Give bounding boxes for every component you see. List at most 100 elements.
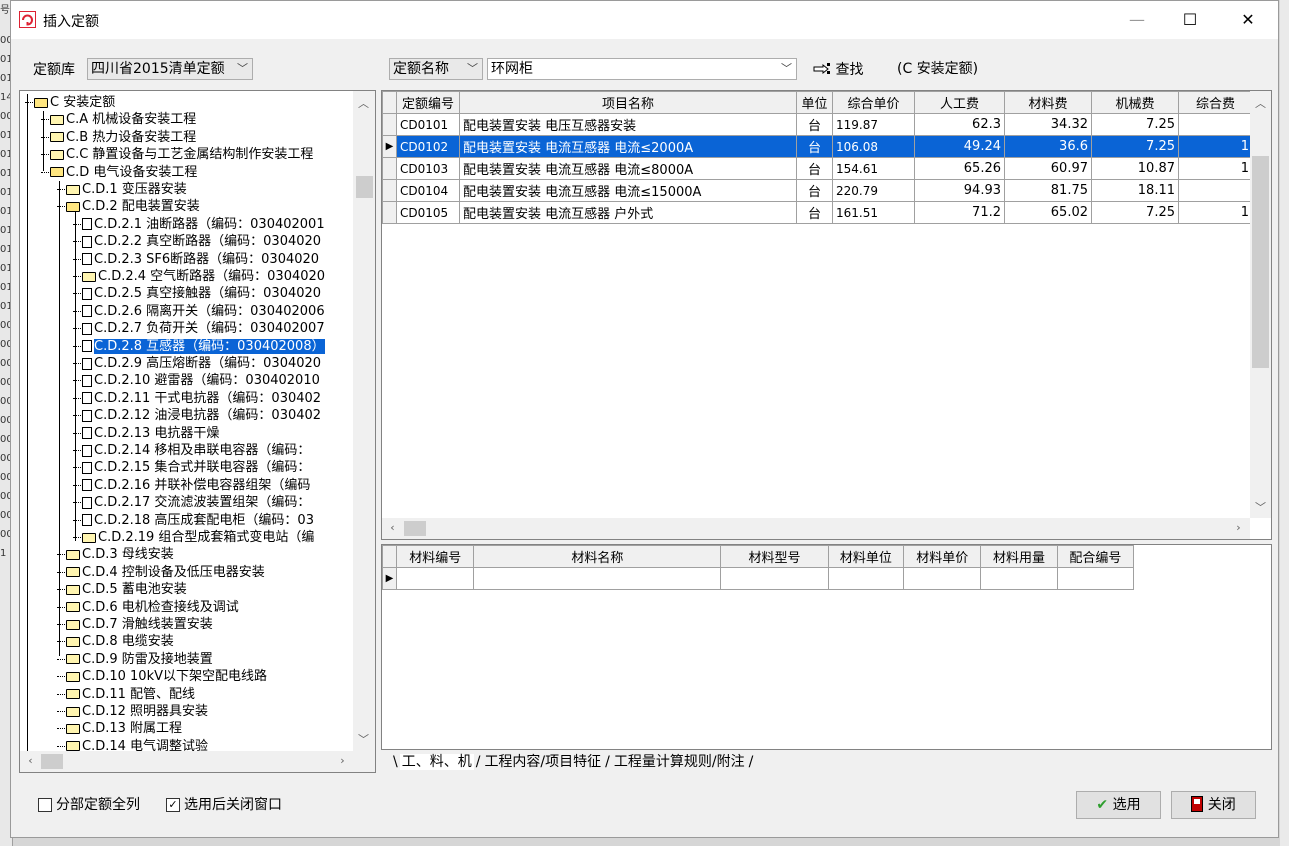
table-cell[interactable]: CD0105 — [396, 201, 460, 224]
tree-node[interactable]: C.D.2.2 真空断路器（编码：0304020 — [82, 233, 321, 250]
table-cell[interactable]: CD0101 — [396, 113, 460, 136]
tree-node[interactable]: C.D.6 电机检查接线及调试 — [66, 599, 239, 616]
table-cell[interactable] — [1178, 113, 1253, 136]
table-cell[interactable]: 7.25 — [1091, 135, 1179, 158]
table-cell[interactable]: 60.97 — [1004, 157, 1092, 180]
table-row[interactable]: CD0104 配电装置安装 电流互感器 电流≤15000A 台 220.79 94.93… — [382, 179, 1253, 202]
scroll-left-arrow-icon[interactable]: ‹ — [384, 521, 401, 534]
tree-node[interactable]: C.D.2.11 干式电抗器（编码：030402 — [82, 390, 321, 407]
table-cell[interactable] — [903, 567, 982, 590]
column-header[interactable]: 材料编号 — [396, 545, 475, 568]
tree-node[interactable]: C.B 热力设备安装工程 — [50, 129, 196, 146]
maximize-button[interactable]: ☐ — [1167, 1, 1213, 39]
column-header[interactable]: 综合单价 — [832, 91, 915, 114]
table-cell[interactable]: CD0103 — [396, 157, 460, 180]
tree-node[interactable]: C.D.12 照明器具安装 — [66, 703, 208, 720]
table-cell[interactable]: 65.02 — [1004, 201, 1092, 224]
table-row[interactable]: ▶ — [382, 567, 1135, 590]
table-cell[interactable]: 台 — [796, 179, 833, 202]
table-cell[interactable]: 1 — [1178, 157, 1253, 180]
tree-node[interactable]: C.D.2.19 组合型成套箱式变电站（编 — [82, 529, 314, 546]
table-cell[interactable]: 配电装置安装 电流互感器 电流≤15000A — [459, 179, 797, 202]
table-cell[interactable] — [1178, 179, 1253, 202]
scroll-right-arrow-icon[interactable]: › — [1230, 521, 1247, 534]
find-button[interactable]: 查找 — [813, 59, 863, 81]
grid-scroll-thumb[interactable] — [1252, 156, 1269, 368]
table-row[interactable]: CD0101 配电装置安装 电压互感器安装台 119.87 62.3 34.32 7.25 — [382, 113, 1253, 136]
tree-node[interactable]: C.D.2.7 负荷开关（编码：030402007 — [82, 320, 325, 337]
tree-node[interactable]: C.D.10 10kV以下架空配电线路 — [66, 668, 267, 685]
column-header[interactable]: 综合费 — [1178, 91, 1253, 114]
column-header[interactable]: 定额编号 — [396, 91, 460, 114]
tree-node[interactable]: C.D.2.18 高压成套配电柜（编码：03 — [82, 512, 314, 529]
table-cell[interactable]: 49.24 — [914, 135, 1005, 158]
tree-node[interactable]: C 安装定额 — [34, 94, 115, 111]
grid-vertical-scrollbar[interactable]: ︿ ﹀ — [1250, 91, 1271, 518]
tab-work-content[interactable]: 工程内容/项目特征 — [482, 754, 603, 770]
close-after-select-checkbox[interactable]: ✓ 选用后关闭窗口 — [166, 796, 282, 814]
table-cell[interactable]: 台 — [796, 135, 833, 158]
table-cell[interactable] — [473, 567, 722, 590]
table-cell[interactable]: 36.6 — [1004, 135, 1092, 158]
tree-node[interactable]: C.D.2.10 避雷器（编码：030402010 — [82, 372, 320, 389]
table-cell[interactable] — [396, 567, 475, 590]
tree-node[interactable]: C.D.7 滑触线装置安装 — [66, 616, 213, 633]
tree-node[interactable]: C.D 电气设备安装工程 — [50, 164, 197, 181]
quota-grid[interactable]: 定额编号 项目名称 单位 综合单价 人工费 材料费 机械费 综合费 CD0101… — [381, 90, 1272, 540]
tree-horizontal-scrollbar[interactable]: ‹ › — [20, 751, 375, 772]
table-cell[interactable] — [720, 567, 829, 590]
minimize-button[interactable]: — — [1114, 1, 1160, 39]
library-select[interactable]: 四川省2015清单定额 ﹀ — [87, 58, 253, 80]
table-cell[interactable]: 81.75 — [1004, 179, 1092, 202]
tree-node[interactable]: C.D.2.6 隔离开关（编码：030402006 — [82, 303, 325, 320]
table-cell[interactable]: 161.51 — [832, 201, 915, 224]
tree-node[interactable]: C.D.11 配管、配线 — [66, 686, 195, 703]
column-header[interactable]: 材料名称 — [473, 545, 722, 568]
quota-tree[interactable]: C 安装定额 C.A 机械设备安装工程 C.B 热力设备安装工程 C.C 静置设备与工… — [19, 90, 376, 773]
tree-node[interactable]: C.D.2.17 交流滤波装置组架（编码： — [82, 494, 310, 511]
tree-node[interactable]: C.D.2.9 高压熔断器（编码：0304020 — [82, 355, 321, 372]
column-header[interactable]: 材料用量 — [980, 545, 1058, 568]
column-header[interactable]: 材料型号 — [720, 545, 829, 568]
scroll-up-arrow-icon[interactable]: ︿ — [1252, 95, 1269, 111]
tree-vertical-scrollbar[interactable]: ︿ ﹀ — [353, 91, 375, 751]
tree-node[interactable]: C.D.3 母线安装 — [66, 546, 174, 563]
tree-node[interactable]: C.D.2.15 集合式并联电容器（编码： — [82, 459, 310, 476]
tree-scroll-thumb[interactable] — [356, 176, 373, 198]
tree-node[interactable]: C.D.8 电缆安装 — [66, 633, 174, 650]
tab-calculation-rules[interactable]: 工程量计算规则/附注 — [612, 754, 747, 770]
table-cell[interactable]: 1 — [1178, 201, 1253, 224]
list-all-checkbox[interactable]: 分部定额全列 — [38, 796, 140, 814]
scroll-left-arrow-icon[interactable]: ‹ — [22, 754, 39, 767]
tree-node[interactable]: C.A 机械设备安装工程 — [50, 111, 196, 128]
tab-labor-material-machine[interactable]: 工、料、机 — [399, 754, 474, 770]
tree-node[interactable]: C.D.2.1 油断路器（编码：030402001 — [82, 216, 325, 233]
tree-node[interactable]: C.D.1 变压器安装 — [66, 181, 187, 198]
table-cell[interactable]: 配电装置安装 电流互感器 户外式 — [459, 201, 797, 224]
column-header[interactable]: 材料单位 — [827, 545, 905, 568]
table-cell[interactable]: 7.25 — [1091, 201, 1179, 224]
search-field-select[interactable]: 定额名称 ﹀ — [389, 58, 483, 80]
tree-node[interactable]: C.D.2.14 移相及串联电容器（编码： — [82, 442, 310, 459]
grid-horizontal-scrollbar[interactable]: ‹ › — [382, 518, 1250, 539]
column-header[interactable]: 机械费 — [1091, 91, 1179, 114]
tree-node[interactable]: C.D.5 蓄电池安装 — [66, 581, 187, 598]
table-cell[interactable]: 220.79 — [832, 179, 915, 202]
tree-node[interactable]: C.D.4 控制设备及低压电器安装 — [66, 564, 265, 581]
tree-node[interactable]: C.D.2 配电装置安装 — [66, 198, 200, 215]
table-cell[interactable]: 配电装置安装 电流互感器 电流≤8000A — [459, 157, 797, 180]
column-header[interactable]: 人工费 — [914, 91, 1005, 114]
table-row[interactable]: ▶ CD0102 配电装置安装 电流互感器 电流≤2000A 台 106.08 49.24… — [382, 135, 1253, 158]
tree-node[interactable]: C.D.14 电气调整试验 — [66, 738, 208, 751]
table-cell[interactable]: 71.2 — [914, 201, 1005, 224]
table-cell[interactable]: 1 — [1178, 135, 1253, 158]
close-button[interactable]: 关闭 — [1171, 791, 1256, 819]
column-header[interactable]: 配合编号 — [1056, 545, 1135, 568]
table-cell[interactable]: 94.93 — [914, 179, 1005, 202]
table-cell[interactable]: CD0102 — [396, 135, 460, 158]
close-window-button[interactable]: ✕ — [1225, 1, 1271, 39]
column-header[interactable]: 单位 — [796, 91, 833, 114]
table-cell[interactable]: 7.25 — [1091, 113, 1179, 136]
table-row[interactable]: CD0103 配电装置安装 电流互感器 电流≤8000A 台 154.61 65.26 6… — [382, 157, 1253, 180]
scroll-up-arrow-icon[interactable]: ︿ — [355, 95, 372, 111]
